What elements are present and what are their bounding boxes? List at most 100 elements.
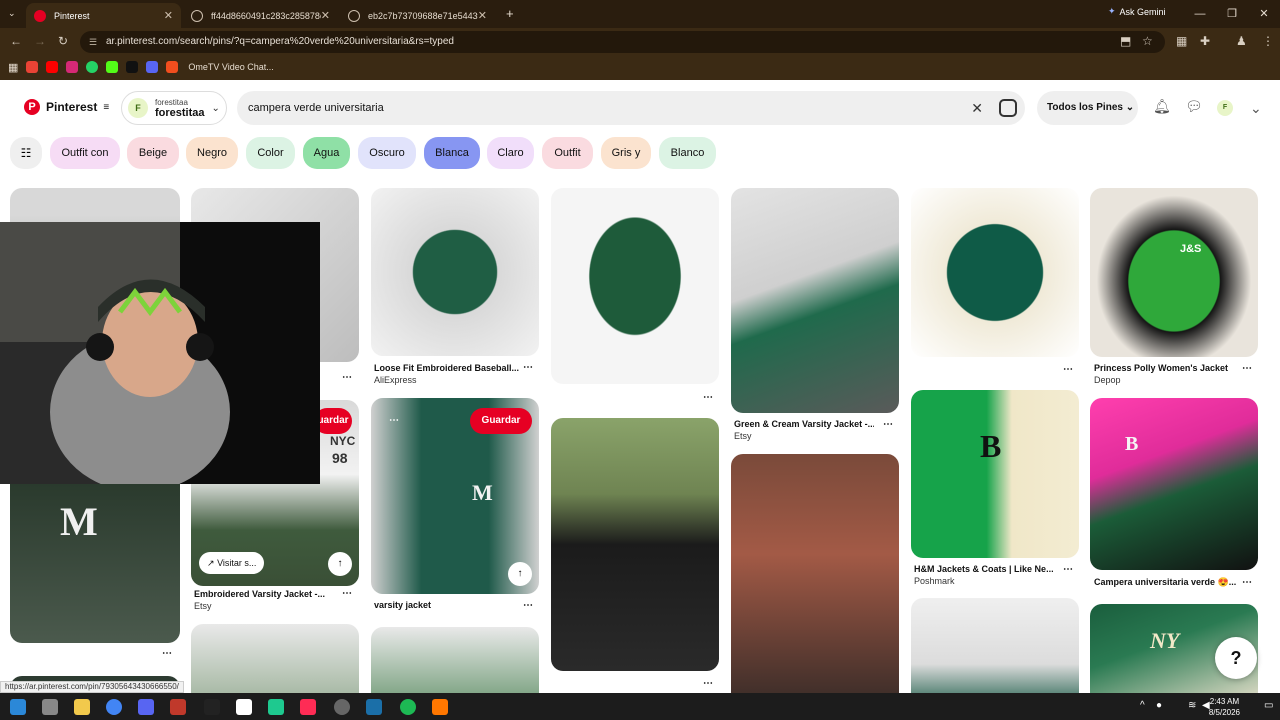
pin-title[interactable]: Green & Cream Varsity Jacket -... [734, 419, 874, 429]
account-switcher[interactable]: F forestitaa forestitaa ⌄ [121, 91, 227, 125]
app-icon[interactable] [170, 699, 186, 715]
close-icon[interactable]: ✕ [321, 9, 330, 22]
pin-image[interactable] [911, 390, 1079, 558]
bookmark-star-icon[interactable]: ☆ [1142, 34, 1153, 48]
address-bar[interactable]: ☰ ar.pinterest.com/search/pins/?q=camper… [80, 31, 1165, 53]
wifi-icon[interactable]: ≋ [1188, 700, 1196, 711]
app-icon[interactable] [268, 699, 284, 715]
account-chevron-icon[interactable]: ⌄ [1250, 100, 1262, 117]
chip-outfit-con[interactable]: Outfit con [50, 137, 120, 169]
search-input[interactable]: campera verde universitaria ✕ [237, 91, 1025, 125]
messages-icon[interactable]: 💬︎ [1185, 98, 1203, 115]
tab-search-icon[interactable]: ⌄ [8, 8, 16, 19]
pin-source[interactable]: Etsy [734, 431, 752, 441]
notifications-icon[interactable]: ▭ [1264, 700, 1273, 711]
site-info-icon[interactable]: ☰ [89, 31, 97, 53]
apps-icon[interactable]: ▦ [8, 61, 18, 74]
pinterest-logo[interactable]: P Pinterest ≡ [24, 99, 109, 115]
profile-icon[interactable]: ♟ [1236, 34, 1247, 48]
instagram-icon[interactable] [66, 61, 79, 73]
task-view-icon[interactable] [42, 699, 58, 715]
pin-image[interactable] [191, 624, 359, 693]
pin-image[interactable] [731, 454, 899, 693]
pin-image[interactable] [911, 598, 1079, 693]
file-explorer-icon[interactable] [74, 699, 90, 715]
pin-more-button[interactable]: ⋯ [162, 648, 172, 659]
pin-more-button[interactable]: ⋯ [1063, 364, 1073, 375]
new-tab-button[interactable]: + [506, 6, 514, 21]
steam-icon[interactable] [366, 699, 382, 715]
kick-icon[interactable] [106, 61, 119, 73]
pin-image[interactable] [1090, 188, 1258, 357]
pin-title[interactable]: Loose Fit Embroidered Baseball... [374, 363, 519, 373]
help-button[interactable]: ? [1215, 637, 1257, 679]
reload-icon[interactable]: ↻ [58, 34, 68, 48]
clock[interactable]: 2:43 AM 8/5/2026 [1209, 696, 1240, 718]
ask-gemini-button[interactable]: ✦ Ask Gemini [1108, 6, 1166, 17]
pin-source[interactable]: AliExpress [374, 375, 417, 385]
pin-title[interactable]: varsity jacket [374, 600, 514, 610]
whatsapp-icon[interactable] [86, 61, 99, 73]
chip-claro[interactable]: Claro [487, 137, 534, 169]
pin-source[interactable]: Poshmark [914, 576, 955, 586]
forward-icon[interactable]: → [34, 34, 46, 48]
pin-image[interactable] [911, 188, 1079, 357]
pin-more-button[interactable]: ⋯ [1063, 564, 1073, 575]
tiktok-icon[interactable] [126, 61, 139, 73]
tray-chevron-icon[interactable]: ^ [1140, 700, 1145, 711]
pin-title[interactable]: Princess Polly Women's Jacket [1094, 363, 1234, 373]
pin-more-button[interactable]: ⋯ [523, 600, 533, 611]
windows-start-icon[interactable] [10, 699, 26, 715]
microphone-icon[interactable]: ● [1156, 700, 1162, 711]
pin-more-button[interactable]: ⋯ [389, 415, 399, 426]
tab-3[interactable]: eb2c7b73709688e71e5443f24... ✕ [340, 3, 495, 28]
pin-more-button[interactable]: ⋯ [1242, 363, 1252, 374]
pin-more-button[interactable]: ⋯ [703, 392, 713, 403]
tab-2[interactable]: ff44d8660491c283c285878ee16... ✕ [183, 3, 338, 28]
notifications-bell-icon[interactable]: 🔔︎ [1153, 98, 1171, 115]
app-icon[interactable] [334, 699, 350, 715]
pin-source[interactable]: Depop [1094, 375, 1121, 385]
pin-image[interactable] [1090, 398, 1258, 570]
pin-title[interactable]: Campera universitaria verde 😍... [1094, 577, 1239, 588]
chip-blanca[interactable]: Blanca [424, 137, 480, 169]
ometv-icon[interactable] [166, 61, 179, 73]
filters-button[interactable]: ☷ [10, 137, 42, 169]
pin-more-button[interactable]: ⋯ [1242, 577, 1252, 588]
profile-avatar[interactable]: F [1217, 100, 1233, 116]
menu-icon[interactable]: ⋮ [1262, 34, 1274, 48]
pin-title[interactable]: H&M Jackets & Coats | Like Ne... [914, 564, 1054, 574]
chip-blanco[interactable]: Blanco [659, 137, 716, 169]
soundcloud-icon[interactable] [432, 699, 448, 715]
save-button[interactable]: Guardar [470, 408, 532, 434]
pin-image[interactable] [551, 418, 719, 671]
share-button[interactable]: ↑ [328, 552, 352, 576]
clear-search-icon[interactable]: ✕ [971, 91, 983, 125]
close-icon[interactable]: ✕ [478, 9, 487, 22]
pin-source[interactable]: Etsy [194, 601, 212, 611]
pin-image[interactable] [371, 627, 539, 693]
puzzle-icon[interactable]: ✚ [1200, 34, 1210, 48]
pin-title[interactable]: Embroidered Varsity Jacket -... [194, 589, 334, 599]
pin-more-button[interactable]: ⋯ [342, 588, 352, 599]
filter-dropdown[interactable]: Todos los Pines ⌄ [1037, 91, 1138, 125]
hamburger-icon[interactable]: ≡ [103, 102, 109, 113]
restore-icon[interactable]: ❐ [1216, 0, 1248, 28]
chip-agua[interactable]: Agua [303, 137, 350, 169]
share-button[interactable]: ↑ [508, 562, 532, 586]
tab-pinterest[interactable]: Pinterest ✕ [26, 3, 181, 28]
install-icon[interactable]: ⬒ [1120, 34, 1131, 48]
close-icon[interactable]: ✕ [164, 9, 173, 22]
extension-icon[interactable]: ▦ [1176, 34, 1187, 48]
chip-outfit[interactable]: Outfit [542, 137, 593, 169]
capcut-icon[interactable] [236, 699, 252, 715]
minimize-icon[interactable]: — [1184, 0, 1216, 28]
pin-more-button[interactable]: ⋯ [523, 362, 533, 373]
chip-color[interactable]: Color [246, 137, 295, 169]
chip-gris-y[interactable]: Gris y [601, 137, 651, 169]
chrome-icon[interactable] [106, 699, 122, 715]
pin-more-button[interactable]: ⋯ [883, 419, 893, 430]
window-close-icon[interactable]: ✕ [1248, 0, 1280, 28]
pin-more-button[interactable]: ⋯ [703, 678, 713, 689]
chip-negro[interactable]: Negro [186, 137, 238, 169]
